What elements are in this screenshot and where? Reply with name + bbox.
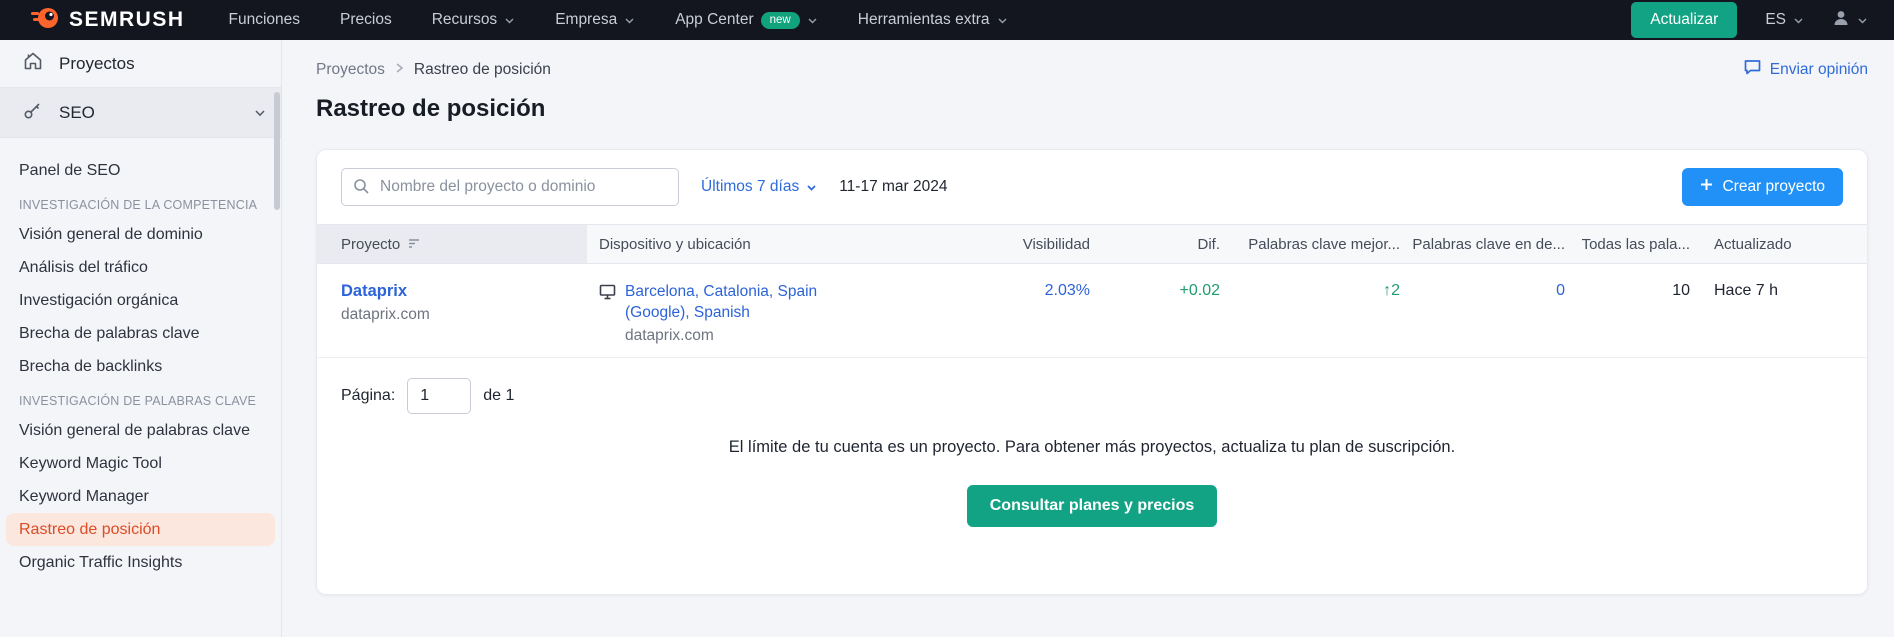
date-range-dropdown[interactable]: Últimos 7 días	[701, 178, 817, 196]
seo-submenu: Panel de SEO INVESTIGACIÓN DE LA COMPETE…	[0, 138, 281, 579]
chevron-down-icon	[624, 15, 635, 26]
updated-value: Hace 7 h	[1714, 282, 1779, 299]
view-plans-button[interactable]: Consultar planes y precios	[966, 485, 1218, 527]
date-range-label: 11-17 mar 2024	[839, 178, 948, 195]
sort-icon	[408, 236, 421, 253]
language-selector[interactable]: ES	[1765, 11, 1804, 29]
sidebar-item-panel-de-seo[interactable]: Panel de SEO	[6, 154, 275, 187]
sidebar-item-investigacion-organica[interactable]: Investigación orgánica	[6, 284, 275, 317]
total-keywords-value: 10	[1672, 282, 1690, 299]
feedback-bubble-icon	[1743, 58, 1762, 81]
upgrade-button[interactable]: Actualizar	[1631, 2, 1738, 38]
column-header-visibilidad[interactable]: Visibilidad	[917, 225, 1102, 263]
breadcrumb-current: Rastreo de posición	[413, 60, 551, 78]
project-search	[341, 168, 679, 206]
sidebar-group-seo[interactable]: SEO	[0, 88, 281, 138]
chevron-down-icon	[1857, 15, 1868, 26]
location-link[interactable]: Barcelona, Catalonia, Spain (Google), Sp…	[625, 282, 837, 324]
visibility-value[interactable]: 2.03%	[917, 264, 1102, 300]
home-icon	[22, 50, 44, 77]
sidebar-item-proyectos[interactable]: Proyectos	[0, 40, 281, 88]
sidebar-section-competencia: INVESTIGACIÓN DE LA COMPETENCIA	[19, 198, 258, 212]
nav-recursos[interactable]: Recursos	[432, 11, 515, 29]
chevron-down-icon	[807, 15, 818, 26]
chevron-down-icon	[504, 15, 515, 26]
pagination-total: de 1	[483, 387, 515, 404]
plus-icon	[1700, 178, 1713, 196]
table-header-row: Proyecto Dispositivo y ubicación Visibil…	[317, 224, 1867, 264]
nav-funciones[interactable]: Funciones	[229, 11, 301, 29]
sidebar-item-analisis-trafico[interactable]: Análisis del tráfico	[6, 251, 275, 284]
device-location-cell: Barcelona, Catalonia, Spain (Google), Sp…	[587, 264, 917, 347]
project-domain: dataprix.com	[341, 306, 430, 323]
send-feedback-link[interactable]: Enviar opinión	[1743, 58, 1868, 81]
logo-text: SEMRUSH	[69, 8, 185, 31]
page-number-input[interactable]	[407, 378, 472, 414]
sidebar-item-vision-general-palabras[interactable]: Visión general de palabras clave	[6, 414, 275, 447]
sidebar-item-brecha-backlinks[interactable]: Brecha de backlinks	[6, 350, 275, 383]
chevron-down-icon	[1793, 15, 1804, 26]
key-icon	[22, 99, 44, 126]
improved-keywords-value[interactable]: ↑2	[1232, 264, 1412, 300]
declined-keywords-value[interactable]: 0	[1412, 264, 1577, 300]
main-content: Proyectos Rastreo de posición Enviar opi…	[282, 40, 1894, 637]
new-badge: new	[760, 11, 800, 29]
location-domain: dataprix.com	[625, 326, 714, 344]
page-title: Rastreo de posición	[316, 95, 546, 122]
sidebar-item-keyword-manager[interactable]: Keyword Manager	[6, 480, 275, 513]
breadcrumb-proyectos[interactable]: Proyectos	[316, 61, 385, 79]
chevron-down-icon	[997, 15, 1008, 26]
breadcrumb-separator-icon	[395, 61, 404, 79]
user-account-menu[interactable]	[1832, 9, 1868, 32]
semrush-flame-icon	[30, 5, 60, 36]
column-header-proyecto[interactable]: Proyecto	[317, 225, 587, 263]
sidebar-item-keyword-magic-tool[interactable]: Keyword Magic Tool	[6, 447, 275, 480]
main-menu: Funciones Precios Recursos Empresa App C…	[229, 11, 1008, 29]
column-header-todas[interactable]: Todas las pala...	[1577, 225, 1702, 263]
nav-precios[interactable]: Precios	[340, 11, 392, 29]
pagination: Página: de 1	[317, 358, 1867, 414]
project-name-link[interactable]: Dataprix	[341, 282, 575, 301]
chevron-down-icon	[806, 182, 817, 193]
account-limit-message: El límite de tu cuenta es un proyecto. P…	[728, 438, 1456, 456]
create-project-button[interactable]: Crear proyecto	[1682, 168, 1843, 206]
breadcrumb: Proyectos Rastreo de posición	[316, 61, 551, 79]
search-icon	[353, 178, 370, 200]
column-header-dif[interactable]: Dif.	[1102, 225, 1232, 263]
search-input[interactable]	[341, 168, 679, 206]
column-header-actualizado[interactable]: Actualizado	[1702, 225, 1867, 263]
sidebar-item-vision-general-dominio[interactable]: Visión general de dominio	[6, 218, 275, 251]
projects-table: Proyecto Dispositivo y ubicación Visibil…	[317, 224, 1867, 358]
column-header-dispositivo[interactable]: Dispositivo y ubicación	[587, 225, 917, 263]
nav-empresa[interactable]: Empresa	[555, 11, 635, 29]
sidebar-section-palabras-clave: INVESTIGACIÓN DE PALABRAS CLAVE	[19, 394, 257, 408]
diff-value: +0.02	[1179, 282, 1220, 299]
user-avatar-icon	[1832, 9, 1850, 32]
position-tracking-card: Últimos 7 días 11-17 mar 2024 Crear proy…	[316, 149, 1868, 595]
semrush-logo[interactable]: SEMRUSH	[30, 5, 185, 36]
column-header-mejoradas[interactable]: Palabras clave mejor...	[1232, 225, 1412, 263]
sidebar-scrollbar[interactable]	[274, 92, 280, 210]
nav-app-center[interactable]: App Center new	[675, 11, 818, 29]
nav-right-controls: Actualizar ES	[1631, 2, 1868, 38]
nav-herramientas-extra[interactable]: Herramientas extra	[858, 11, 1008, 29]
column-header-en-descenso[interactable]: Palabras clave en de...	[1412, 225, 1577, 263]
sidebar-item-rastreo-de-posicion[interactable]: Rastreo de posición	[6, 513, 275, 546]
top-navigation: SEMRUSH Funciones Precios Recursos Empre…	[0, 0, 1894, 40]
chevron-down-icon	[254, 107, 265, 118]
project-cell: Dataprix dataprix.com	[317, 264, 587, 324]
pagination-label: Página:	[341, 387, 396, 404]
table-row: Dataprix dataprix.com Barcelona, Catalon…	[317, 264, 1867, 358]
desktop-icon	[599, 282, 616, 347]
sidebar-item-brecha-palabras-clave[interactable]: Brecha de palabras clave	[6, 317, 275, 350]
sidebar-item-organic-traffic-insights[interactable]: Organic Traffic Insights	[6, 546, 275, 579]
card-toolbar: Últimos 7 días 11-17 mar 2024 Crear proy…	[317, 150, 1867, 224]
sidebar: Proyectos SEO Panel de SEO INVESTIGACIÓN…	[0, 40, 282, 637]
